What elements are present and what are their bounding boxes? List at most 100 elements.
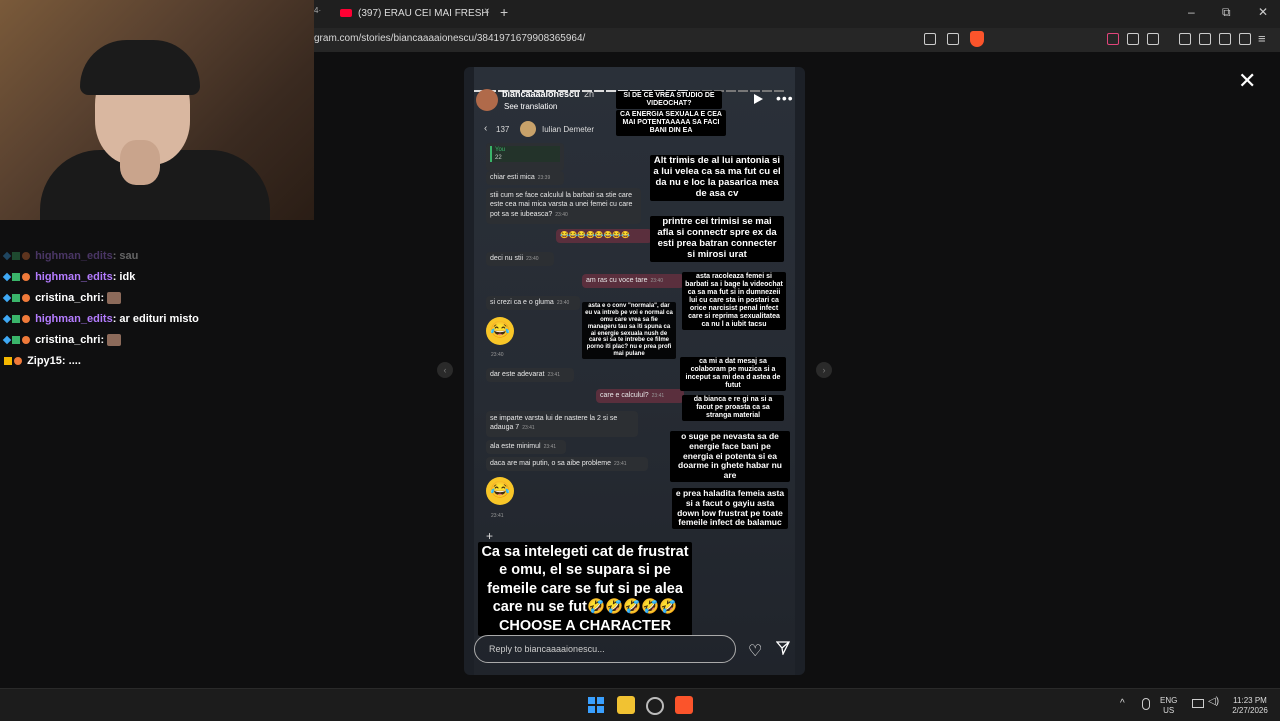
stream-chat: highman_edits: sau highman_edits: idk cr… — [2, 246, 314, 372]
chat-message: cristina_chri: — [2, 288, 314, 309]
new-tab-button[interactable]: + — [500, 4, 508, 20]
message-bubble: dar este adevarat 23:41 — [486, 368, 574, 382]
moderator-badge-icon — [2, 272, 12, 282]
sub-badge-icon — [12, 315, 20, 324]
minimize-button[interactable]: – — [1188, 5, 1195, 19]
chat-username[interactable]: highman_edits — [35, 271, 113, 283]
menu-icon[interactable]: ≡ — [1258, 31, 1266, 46]
send-icon[interactable] — [776, 641, 790, 655]
chat-emote-icon — [107, 334, 122, 347]
address-bar-row: gram.com/stories/biancaaaaionescu/384197… — [314, 28, 1280, 52]
youtube-icon — [340, 9, 352, 18]
caption-sticker: SI DE CE VREA STUDIO DE VIDEOCHAT? — [616, 91, 722, 110]
sub-badge-icon — [12, 336, 20, 345]
chat-message: highman_edits: sau — [2, 246, 314, 267]
chat-message: cristina_chri: — [2, 330, 314, 351]
story-username[interactable]: biancaaaaionescu — [502, 89, 580, 99]
brave-shields-icon[interactable] — [970, 31, 984, 47]
heart-icon[interactable]: ♡ — [748, 641, 762, 661]
message-bubble-outgoing: am ras cu voce tare 23:40 — [582, 274, 684, 288]
caption-sticker: asta racoleaza femei si barbati sa i bag… — [682, 272, 786, 331]
windows-start-icon[interactable] — [588, 697, 604, 713]
tray-chevron-icon[interactable]: ^ — [1120, 699, 1125, 709]
gift-badge-icon — [22, 273, 30, 282]
contact-avatar — [520, 121, 536, 137]
message-bubble-outgoing: care e calculul? 23:41 — [596, 389, 684, 403]
file-explorer-icon[interactable] — [617, 696, 635, 714]
sidebar-icon[interactable] — [1199, 33, 1211, 45]
media-icon[interactable] — [1179, 33, 1191, 45]
close-story-button[interactable]: ✕ — [1238, 68, 1256, 94]
story-viewer: biancaaaaionescu 2h See translation ••• … — [464, 67, 805, 675]
chat-text: idk — [119, 271, 136, 283]
chat-username[interactable]: highman_edits — [35, 250, 113, 262]
prev-story-button[interactable]: ‹ — [437, 362, 453, 378]
webcam-feed — [0, 0, 314, 220]
play-icon[interactable] — [754, 94, 763, 104]
chat-username[interactable]: Zipy15 — [27, 355, 62, 367]
chat-username[interactable]: cristina_chri — [35, 334, 100, 346]
tab-close-button[interactable]: × — [484, 6, 490, 17]
browser-tab-bar: 4· (397) ERAU CEI MAI FRESH - YouTub × +… — [314, 0, 1280, 41]
laughing-emoji-icon: 😂 — [486, 317, 514, 345]
back-arrow-icon: ‹ — [484, 123, 488, 134]
moderator-badge-icon — [2, 314, 12, 324]
volume-icon[interactable]: ◁) — [1208, 697, 1219, 707]
chat-back-count: 137 — [496, 125, 510, 134]
gift-badge-icon — [14, 357, 22, 366]
url-field[interactable]: gram.com/stories/biancaaaaionescu/384197… — [314, 33, 585, 44]
close-window-button[interactable]: ✕ — [1258, 5, 1268, 19]
gift-badge-icon — [22, 315, 30, 324]
clock[interactable]: 11:23 PM 2/27/2026 — [1228, 696, 1272, 716]
chat-message: highman_edits: ar edituri misto — [2, 309, 314, 330]
next-story-button[interactable]: › — [816, 362, 832, 378]
reading-list-icon[interactable] — [1147, 33, 1159, 45]
microphone-icon[interactable] — [1142, 698, 1150, 710]
main-caption: Ca sa intelegeti cat de frustrat e omu, … — [478, 542, 692, 637]
reply-input[interactable]: Reply to biancaaaaionescu... — [474, 635, 736, 663]
gift-badge-icon — [22, 294, 30, 303]
vpn-icon[interactable] — [1107, 33, 1119, 45]
cast-icon[interactable] — [924, 33, 936, 45]
chat-text: ar edituri misto — [119, 313, 199, 325]
share-icon[interactable] — [947, 33, 959, 45]
chat-username[interactable]: highman_edits — [35, 313, 113, 325]
caption-sticker: Alt trimis de al lui antonia si a lui ve… — [650, 155, 784, 201]
attach-icon: + — [486, 529, 494, 543]
chat-message: highman_edits: idk — [2, 267, 314, 288]
chat-message: Zipy15: .... — [4, 351, 314, 372]
story-time: 2h — [584, 89, 595, 99]
story-progress-bar — [474, 79, 795, 92]
window-controls: – ⧉ ✕ — [1164, 5, 1268, 20]
wallet-icon[interactable] — [1219, 33, 1231, 45]
message-bubble: ala este minimul 23:41 — [486, 440, 566, 454]
chat-text: sau — [119, 250, 139, 262]
moderator-badge-icon — [2, 293, 12, 303]
laughing-emoji-icon: 😂 — [486, 477, 514, 505]
extensions-icon[interactable] — [1127, 33, 1139, 45]
chat-emote-icon — [107, 292, 122, 305]
message-bubble: se imparte varsta lui de nastere la 2 si… — [486, 411, 638, 437]
chat-username[interactable]: cristina_chri — [35, 292, 100, 304]
more-options-icon[interactable]: ••• — [776, 90, 794, 106]
brave-browser-icon[interactable] — [675, 696, 693, 714]
maximize-button[interactable]: ⧉ — [1222, 5, 1231, 19]
see-translation-link[interactable]: See translation — [504, 102, 557, 111]
caption-sticker: CA ENERGIA SEXUALA E CEA MAI POTENTAAAAA… — [616, 110, 726, 137]
caption-sticker: da bianca e re gi na si a facut pe proas… — [682, 395, 784, 422]
story-avatar[interactable] — [476, 89, 498, 111]
leo-ai-icon[interactable] — [1239, 33, 1251, 45]
gift-badge-icon — [22, 336, 30, 345]
message-bubble: deci nu stii 23:40 — [486, 252, 554, 266]
network-icon[interactable] — [1192, 699, 1204, 708]
caption-sticker: asta e o conv "normala", dar eu va intre… — [582, 302, 676, 360]
caption-sticker: o suge pe nevasta sa de energie face ban… — [670, 431, 790, 482]
browser-tab-youtube[interactable]: (397) ERAU CEI MAI FRESH - YouTub — [314, 3, 494, 41]
language-indicator[interactable]: ENG US — [1160, 696, 1177, 716]
crown-badge-icon — [4, 357, 12, 366]
message-time: 23:40 — [491, 352, 504, 358]
message-time: 23:41 — [491, 513, 504, 519]
quoted-reply: You 22 — [490, 146, 560, 163]
obs-icon[interactable] — [646, 697, 664, 715]
streamer-cap — [80, 40, 200, 95]
